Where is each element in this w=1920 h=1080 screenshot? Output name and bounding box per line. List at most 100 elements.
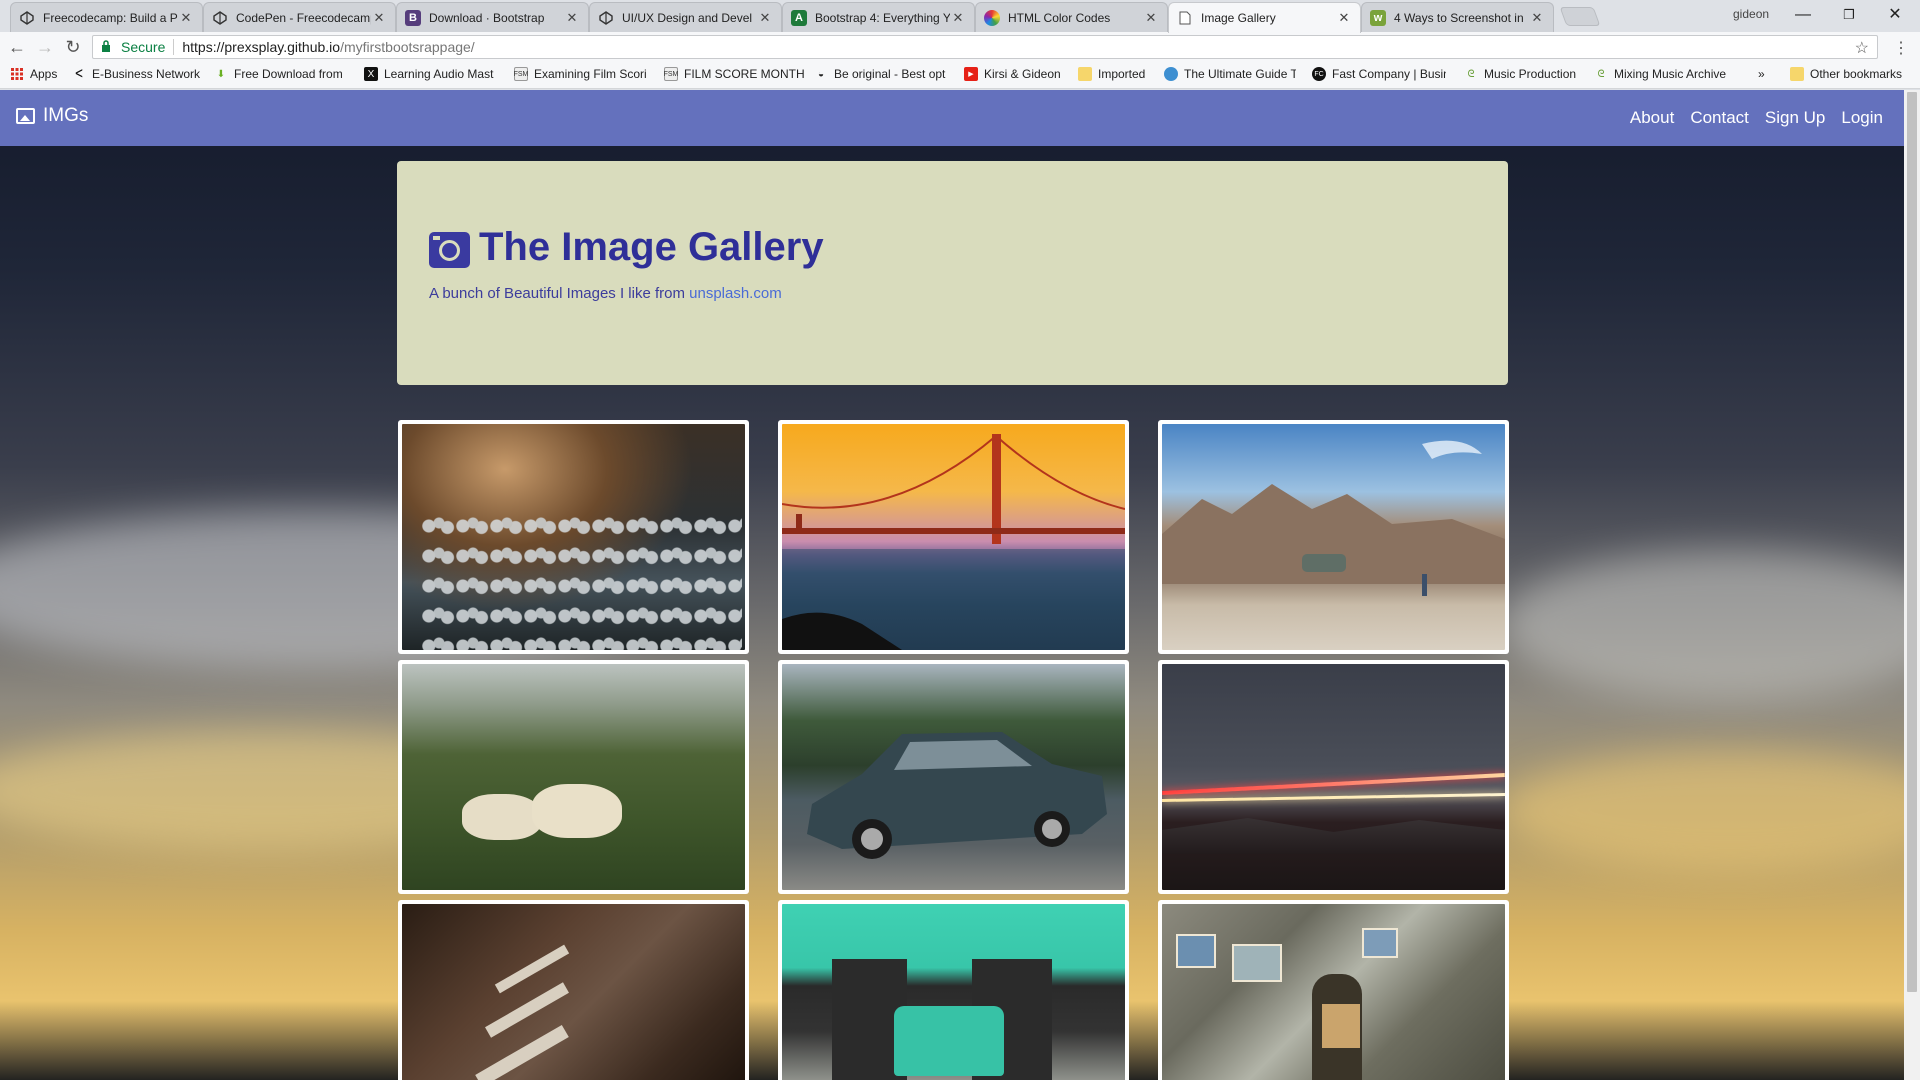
- nav-link-about[interactable]: About: [1630, 108, 1674, 128]
- photo: [402, 424, 745, 650]
- bookmark-kirsi-gideon[interactable]: ▶ Kirsi & Gideon: [964, 67, 1061, 81]
- photo: [782, 664, 1125, 890]
- image-icon: [16, 108, 35, 124]
- browser-toolbar: ← → ↻ Secure https://prexsplay.github.io…: [0, 32, 1920, 62]
- gallery-image-light-trails[interactable]: [1158, 660, 1509, 894]
- bookmark-label: Learning Audio Mast: [384, 67, 494, 81]
- restore-icon[interactable]: ❐: [1826, 3, 1872, 27]
- minimize-icon[interactable]: —: [1780, 3, 1826, 27]
- bookmark-free-download[interactable]: ⬇ Free Download from: [214, 67, 366, 81]
- bookmark-label: E-Business Network: [92, 67, 201, 81]
- tab-image-gallery[interactable]: Image Gallery ✕: [1168, 2, 1361, 33]
- address-bar[interactable]: Secure https://prexsplay.github.io/myfir…: [92, 35, 1878, 59]
- close-icon[interactable]: ✕: [1143, 10, 1159, 26]
- gallery-image-teal-building[interactable]: [778, 900, 1129, 1080]
- close-icon[interactable]: ✕: [950, 10, 966, 26]
- tab-uiux[interactable]: UI/UX Design and Devel ✕: [589, 2, 782, 32]
- nav-links: About Contact Sign Up Login: [1630, 108, 1883, 128]
- tab-screenshot[interactable]: w 4 Ways to Screenshot in ✕: [1361, 2, 1554, 32]
- bookmarks-overflow[interactable]: »: [1758, 67, 1765, 81]
- close-icon[interactable]: ✕: [178, 10, 194, 26]
- close-icon[interactable]: ✕: [1529, 10, 1545, 26]
- unsplash-link[interactable]: unsplash.com: [689, 285, 782, 302]
- bookmark-film-score-month[interactable]: FSM FILM SCORE MONTH: [664, 67, 812, 81]
- painting-shape: [1176, 934, 1216, 968]
- bookmark-learning-audio[interactable]: X Learning Audio Mast: [364, 67, 498, 81]
- nav-link-sign-up[interactable]: Sign Up: [1765, 108, 1825, 128]
- gallery-image-old-desks[interactable]: [398, 900, 749, 1080]
- tab-title: Image Gallery: [1201, 11, 1276, 25]
- tab-freecodecamp[interactable]: Freecodecamp: Build a P ✕: [10, 2, 203, 32]
- bookmark-label: Kirsi & Gideon: [984, 67, 1061, 81]
- gallery-image-vintage-car[interactable]: [778, 660, 1129, 894]
- gallery-image-painter[interactable]: [1158, 900, 1509, 1080]
- tab-title: Download · Bootstrap: [429, 10, 545, 25]
- tab-html-color-codes[interactable]: HTML Color Codes ✕: [975, 2, 1168, 32]
- bookmark-ultimate-guide[interactable]: The Ultimate Guide T: [1164, 67, 1296, 81]
- close-icon[interactable]: ✕: [757, 10, 773, 26]
- youtube-icon: ▶: [964, 67, 978, 81]
- omnibox-divider: [173, 39, 175, 55]
- mask-icon: ◒: [817, 68, 825, 80]
- other-bookmarks[interactable]: Other bookmarks: [1790, 67, 1902, 81]
- photo: [402, 904, 745, 1080]
- new-tab-button[interactable]: [1559, 7, 1601, 26]
- fsm-icon: FSM: [514, 67, 528, 81]
- jumbotron-subtitle: A bunch of Beautiful Images I like from …: [429, 285, 782, 302]
- profile-name[interactable]: gideon: [1733, 7, 1769, 21]
- folder-icon: [1790, 67, 1804, 81]
- frost-texture: [422, 514, 742, 650]
- close-icon[interactable]: ✕: [564, 10, 580, 26]
- bookmark-star-icon[interactable]: ☆: [1855, 38, 1869, 58]
- scrollbar-thumb[interactable]: [1907, 92, 1917, 992]
- car-silhouette: [807, 732, 1107, 859]
- bookmark-ebusiness[interactable]: ᐸ E-Business Network: [72, 67, 200, 81]
- gallery-image-golden-gate-bridge[interactable]: [778, 420, 1129, 654]
- globe-icon: [1164, 67, 1178, 81]
- page-viewport: IMGs About Contact Sign Up Login The Ima…: [0, 90, 1904, 1080]
- tab-title: UI/UX Design and Devel: [622, 10, 753, 25]
- swirl-icon: ᘓ: [1467, 68, 1475, 80]
- download-arrow-icon: ⬇: [216, 68, 226, 80]
- forward-arrow-icon[interactable]: →: [35, 37, 55, 57]
- back-arrow-icon[interactable]: ←: [7, 37, 27, 57]
- codepen-icon: [212, 10, 228, 26]
- nav-link-contact[interactable]: Contact: [1690, 108, 1749, 128]
- bookmark-label: FILM SCORE MONTH: [684, 67, 805, 81]
- jumbotron: The Image Gallery A bunch of Beautiful I…: [397, 161, 1508, 385]
- gallery-image-desert-rocks[interactable]: [1158, 420, 1509, 654]
- gallery-image-frosted-plants[interactable]: [398, 420, 749, 654]
- tab-title: CodePen - Freecodecamp: [236, 10, 371, 25]
- fsm-icon: FSM: [664, 67, 678, 81]
- apps-grid-icon: [10, 67, 24, 81]
- easel-shape: [1322, 1004, 1360, 1048]
- nav-link-login[interactable]: Login: [1841, 108, 1883, 128]
- bookmark-imported[interactable]: Imported: [1078, 67, 1145, 81]
- cloud-band: [1500, 750, 1904, 870]
- light-trail-yellow: [1162, 793, 1505, 802]
- bookmark-label: Be original - Best opt: [834, 67, 946, 81]
- browser-menu-icon[interactable]: ⋮: [1893, 38, 1909, 58]
- bookmark-examining-film[interactable]: FSM Examining Film Scori: [514, 67, 646, 81]
- bookmark-mixing-music[interactable]: ᘓ Mixing Music Archive: [1594, 67, 1732, 81]
- close-icon[interactable]: ✕: [1336, 10, 1352, 26]
- tab-codepen[interactable]: CodePen - Freecodecamp ✕: [203, 2, 396, 32]
- bookmark-be-original[interactable]: ◒ Be original - Best opt: [814, 67, 950, 81]
- brand-link[interactable]: IMGs: [16, 105, 88, 127]
- x-logo-icon: X: [364, 67, 378, 81]
- gallery-image-sheep[interactable]: [398, 660, 749, 894]
- tab-bootstrap-download[interactable]: B Download · Bootstrap ✕: [396, 2, 589, 32]
- bookmark-fast-company[interactable]: FC Fast Company | Busin: [1312, 67, 1446, 81]
- photo: [1162, 424, 1505, 650]
- close-icon[interactable]: ✕: [371, 10, 387, 26]
- page-scrollbar[interactable]: [1904, 90, 1920, 1080]
- bookmark-music-production[interactable]: ᘓ Music Production: [1464, 67, 1576, 81]
- secure-label: Secure: [121, 39, 166, 55]
- other-bookmarks-label: Other bookmarks: [1810, 67, 1903, 81]
- bookmark-apps[interactable]: Apps: [10, 67, 57, 81]
- fc-icon: FC: [1312, 67, 1326, 81]
- reload-icon[interactable]: ↻: [63, 37, 83, 57]
- window-close-icon[interactable]: ✕: [1872, 3, 1918, 27]
- tab-bootstrap4[interactable]: A Bootstrap 4: Everything Y ✕: [782, 2, 975, 32]
- page-icon: [1177, 10, 1193, 26]
